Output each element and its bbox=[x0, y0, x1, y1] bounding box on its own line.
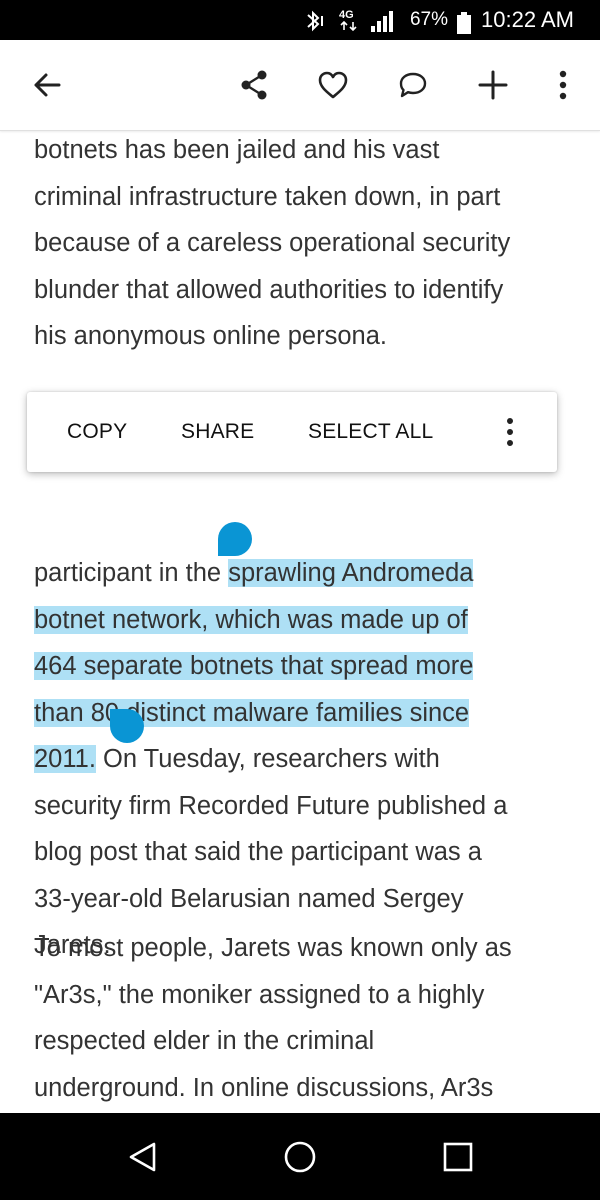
nav-recents-icon bbox=[443, 1142, 473, 1172]
overflow-menu-button[interactable] bbox=[541, 63, 585, 107]
text-line: blog post that said the participant was … bbox=[34, 838, 482, 866]
nav-home-icon bbox=[284, 1141, 316, 1173]
text-line: To most people, Jarets was known only as bbox=[34, 934, 512, 962]
selection-handle-start[interactable] bbox=[218, 522, 252, 556]
selected-text[interactable]: botnet network, which was made up of bbox=[34, 605, 468, 634]
plain-text: participant in the bbox=[34, 559, 229, 587]
nav-home-button[interactable] bbox=[276, 1133, 324, 1181]
text-selection-menu: COPY SHARE SELECT ALL bbox=[27, 392, 557, 472]
selection-handle-end[interactable] bbox=[110, 709, 144, 743]
selected-text[interactable]: than 80 distinct malware families since bbox=[34, 698, 470, 727]
text-line: blunder that allowed authorities to iden… bbox=[34, 275, 504, 304]
app-bar bbox=[0, 40, 600, 131]
nav-back-icon bbox=[129, 1142, 156, 1172]
text-line: criminal infrastructure taken down, in p… bbox=[34, 182, 501, 211]
bluetooth-icon bbox=[302, 8, 330, 32]
text-line: 464 separate botnets that spread more bbox=[34, 643, 584, 690]
text-line: "Ar3s," the moniker assigned to a highly bbox=[34, 980, 485, 1009]
plain-text: On Tuesday, researchers with bbox=[95, 745, 440, 773]
plus-icon bbox=[478, 70, 508, 100]
article-paragraph: participant in the sprawling Andromeda b… bbox=[34, 550, 584, 969]
selected-text[interactable]: 2011. bbox=[34, 745, 96, 773]
back-button[interactable] bbox=[25, 63, 69, 107]
article-paragraph: To most people, Jarets was known only as… bbox=[34, 925, 584, 1111]
signal-icon bbox=[370, 8, 394, 32]
selected-text[interactable]: sprawling Andromeda bbox=[228, 559, 474, 587]
battery-percentage: 67% bbox=[409, 9, 448, 30]
select-all-button[interactable]: SELECT ALL bbox=[308, 392, 433, 472]
favorite-button[interactable] bbox=[311, 63, 355, 107]
copy-button[interactable]: COPY bbox=[67, 392, 127, 472]
comment-icon bbox=[399, 72, 427, 98]
status-time: 10:22 AM bbox=[481, 7, 574, 32]
heart-icon bbox=[318, 71, 348, 99]
share-icon bbox=[241, 70, 267, 100]
text-line: respected elder in the criminal bbox=[34, 1027, 375, 1055]
menu-more-button[interactable] bbox=[495, 414, 525, 450]
text-line: because of a careless operational securi… bbox=[34, 229, 511, 257]
back-arrow-icon bbox=[34, 73, 61, 97]
status-bar: 4G 67% 10:22 AM bbox=[0, 0, 600, 40]
add-button[interactable] bbox=[471, 63, 515, 107]
text-line: botnet network, which was made up of bbox=[34, 597, 584, 644]
article-paragraph: botnets has been jailed and his vast cri… bbox=[34, 127, 584, 360]
comment-button[interactable] bbox=[391, 63, 435, 107]
network-4g-icon: 4G bbox=[336, 6, 364, 32]
text-line: participant in the sprawling Andromeda bbox=[34, 550, 584, 597]
text-line: 2011. On Tuesday, researchers with bbox=[34, 736, 584, 783]
battery-icon bbox=[456, 9, 472, 34]
more-vert-icon bbox=[507, 418, 513, 446]
navigation-bar bbox=[0, 1113, 600, 1200]
text-line: his anonymous online persona. bbox=[34, 322, 387, 350]
nav-back-button[interactable] bbox=[118, 1133, 166, 1181]
text-line: 33-year-old Belarusian named Sergey bbox=[34, 884, 464, 913]
nav-recents-button[interactable] bbox=[434, 1133, 482, 1181]
text-line: security firm Recorded Future published … bbox=[34, 791, 508, 820]
more-vert-icon bbox=[559, 70, 567, 100]
share-menu-button[interactable]: SHARE bbox=[181, 392, 254, 472]
share-button[interactable] bbox=[232, 63, 276, 107]
selected-text[interactable]: 464 separate botnets that spread more bbox=[34, 652, 474, 680]
text-line: underground. In online discussions, Ar3s bbox=[34, 1073, 494, 1102]
text-line: botnets has been jailed and his vast bbox=[34, 136, 440, 164]
network-label: 4G bbox=[339, 9, 354, 21]
